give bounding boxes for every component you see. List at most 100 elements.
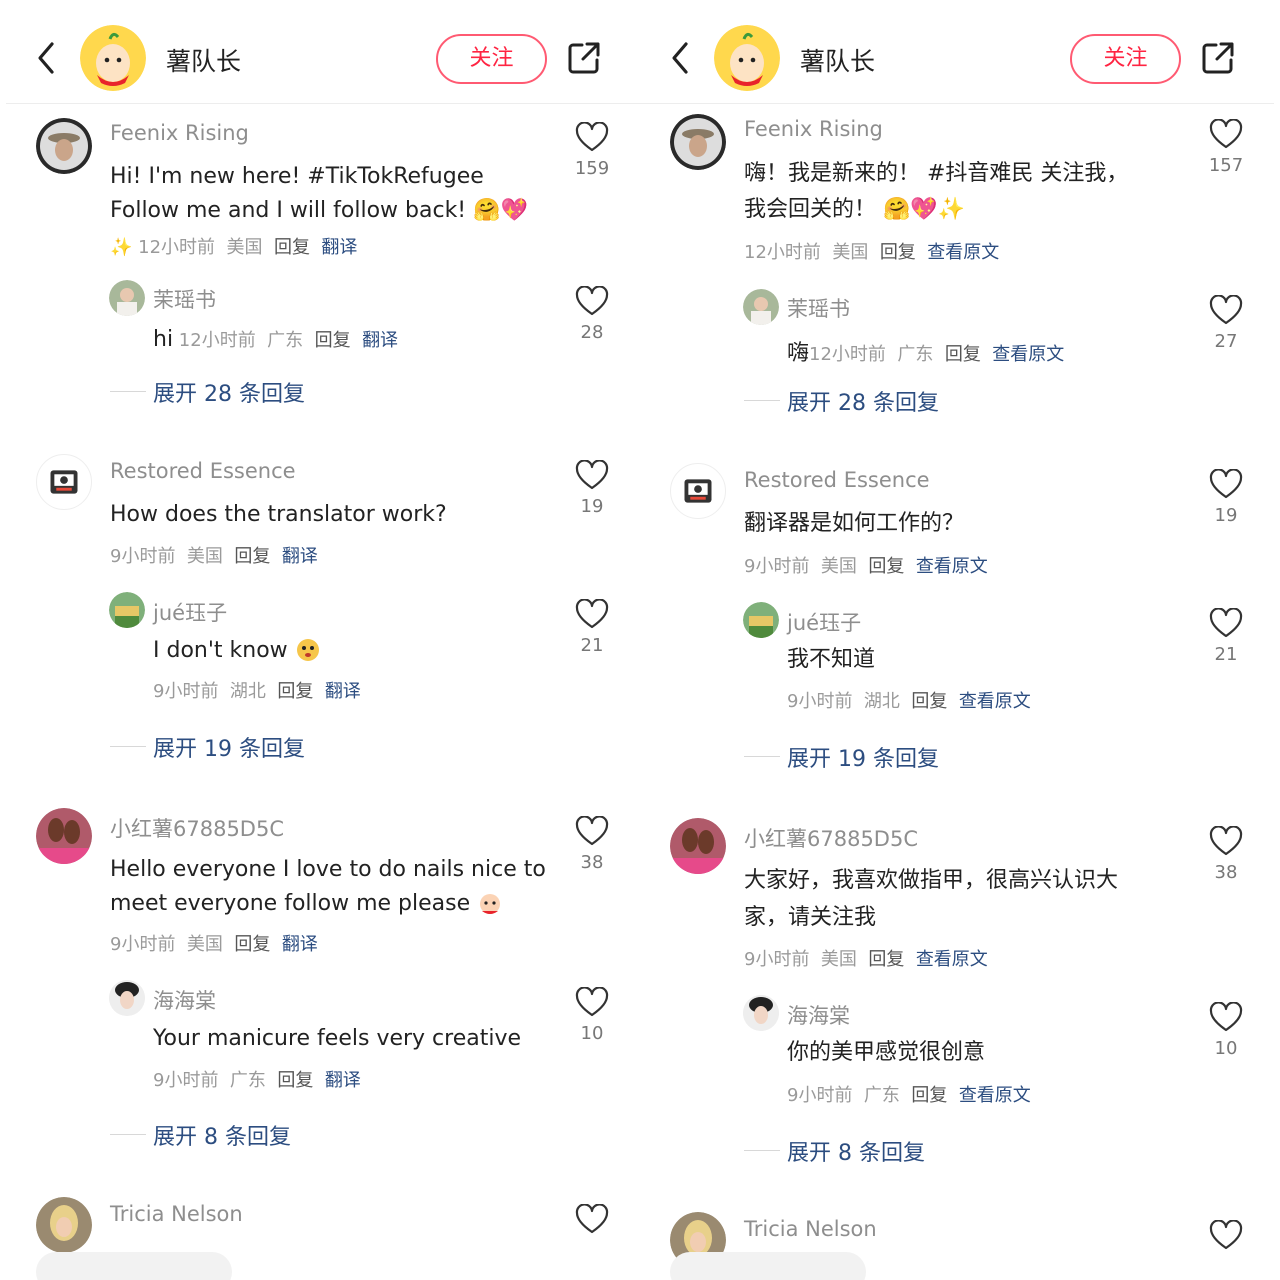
view-original-link[interactable]: 查看原文 <box>992 344 1064 365</box>
comment-text: Hello everyone I love to do nails nice t… <box>110 853 560 921</box>
header: 薯队长 关注 <box>6 0 640 104</box>
reply-link[interactable]: 回复 <box>945 344 981 365</box>
avatar[interactable] <box>80 25 146 91</box>
avatar[interactable] <box>109 280 145 316</box>
avatar[interactable] <box>743 602 779 638</box>
avatar[interactable] <box>36 1197 92 1253</box>
reply-link[interactable]: 回复 <box>277 681 313 702</box>
like-button[interactable]: 28 <box>570 286 614 343</box>
like-button[interactable]: 10 <box>570 987 614 1044</box>
view-original-link[interactable]: 查看原文 <box>959 1085 1031 1106</box>
avatar[interactable] <box>109 980 145 1016</box>
heart-outline-icon <box>575 599 609 629</box>
reply-username[interactable]: 茉瑶书 <box>787 293 850 323</box>
like-button[interactable]: 19 <box>570 460 614 517</box>
reply-link[interactable]: 回复 <box>234 546 270 567</box>
avatar[interactable] <box>743 289 779 325</box>
reply-username[interactable]: 海海棠 <box>153 985 216 1015</box>
header: 薯队长 关注 <box>640 0 1274 104</box>
avatar[interactable] <box>743 995 779 1031</box>
view-original-link[interactable]: 查看原文 <box>916 949 988 970</box>
share-external-icon[interactable] <box>1200 40 1236 76</box>
avatar[interactable] <box>670 114 726 170</box>
avatar[interactable] <box>670 463 726 519</box>
comment-username[interactable]: 小红薯67885D5C <box>744 823 918 853</box>
like-button[interactable]: 21 <box>570 599 614 656</box>
comment-username[interactable]: Feenix Rising <box>744 117 883 141</box>
translate-link[interactable]: 翻译 <box>325 681 361 702</box>
chevron-left-icon[interactable] <box>32 40 62 76</box>
like-button[interactable]: 38 <box>1204 826 1248 883</box>
reply-link[interactable]: 回复 <box>868 949 904 970</box>
avatar[interactable] <box>109 592 145 628</box>
comment-username[interactable]: Restored Essence <box>110 459 296 483</box>
reply-link[interactable]: 回复 <box>274 237 310 258</box>
share-external-icon[interactable] <box>566 40 602 76</box>
comment-username[interactable]: 小红薯67885D5C <box>110 813 284 843</box>
comment-username[interactable]: Tricia Nelson <box>110 1202 243 1226</box>
translate-link[interactable]: 翻译 <box>282 546 318 567</box>
heart-outline-icon <box>1209 608 1243 638</box>
like-button[interactable]: 27 <box>1204 295 1248 352</box>
translate-link[interactable]: 翻译 <box>321 237 357 258</box>
reply-link[interactable]: 回复 <box>315 330 351 351</box>
view-original-link[interactable]: 查看原文 <box>916 556 988 577</box>
view-original-link[interactable]: 查看原文 <box>927 242 999 263</box>
heart-outline-icon <box>575 122 609 152</box>
comment-region: 美国 <box>820 556 857 577</box>
follow-button[interactable]: 关注 <box>436 34 547 84</box>
like-button[interactable]: 159 <box>570 122 614 179</box>
avatar[interactable] <box>36 808 92 864</box>
translate-link[interactable]: 翻译 <box>362 330 398 351</box>
comment-input[interactable] <box>36 1252 232 1280</box>
avatar[interactable] <box>36 118 92 174</box>
avatar[interactable] <box>670 818 726 874</box>
reply-username[interactable]: 海海棠 <box>787 1000 850 1030</box>
comment-username[interactable]: Restored Essence <box>744 468 930 492</box>
like-button[interactable]: 21 <box>1204 608 1248 665</box>
reply-text: 你的美甲感觉很创意 <box>787 1040 986 1065</box>
avatar[interactable] <box>714 25 780 91</box>
expand-replies-link[interactable]: 展开 28 条回复 <box>787 385 939 417</box>
reply-row: hi 12小时前 广东 回复 翻译 <box>153 326 398 352</box>
reply-username[interactable]: jué珏子 <box>153 597 227 627</box>
reply-link[interactable]: 回复 <box>234 934 270 955</box>
reply-link[interactable]: 回复 <box>277 1070 313 1091</box>
reply-username[interactable]: 茉瑶书 <box>153 284 216 314</box>
chevron-left-icon[interactable] <box>666 40 696 76</box>
translate-link[interactable]: 翻译 <box>325 1070 361 1091</box>
reply-link[interactable]: 回复 <box>911 691 947 712</box>
comment-region: 美国 <box>226 237 263 258</box>
like-button[interactable]: 157 <box>1204 119 1248 176</box>
expand-replies-link[interactable]: 展开 19 条回复 <box>787 741 939 773</box>
view-original-link[interactable]: 查看原文 <box>959 691 1031 712</box>
reply-link[interactable]: 回复 <box>868 556 904 577</box>
reply-username[interactable]: jué珏子 <box>787 607 861 637</box>
like-button[interactable] <box>570 1204 614 1234</box>
expand-replies-link[interactable]: 展开 28 条回复 <box>153 376 305 408</box>
like-button[interactable]: 38 <box>570 816 614 873</box>
comment-time: 9小时前 <box>787 691 853 712</box>
comment-text-line: 大家好，我喜欢做指甲，很高兴认识大 <box>744 868 1119 893</box>
translate-link[interactable]: 翻译 <box>282 934 318 955</box>
reply-link[interactable]: 回复 <box>911 1085 947 1106</box>
follow-button[interactable]: 关注 <box>1070 34 1181 84</box>
comment-text-line: 嗨！我是新来的！ #抖音难民 关注我， <box>744 161 1129 186</box>
comment-username[interactable]: Feenix Rising <box>110 121 249 145</box>
bottom-bar <box>640 1246 1274 1280</box>
expand-replies-link[interactable]: 展开 8 条回复 <box>787 1135 925 1167</box>
comment-meta: 9小时前 美国 回复 查看原文 <box>744 552 988 578</box>
expand-replies-link[interactable]: 展开 8 条回复 <box>153 1119 291 1151</box>
heart-outline-icon <box>575 987 609 1017</box>
avatar[interactable] <box>36 454 92 510</box>
comment-input[interactable] <box>670 1252 866 1280</box>
like-button[interactable]: 10 <box>1204 1002 1248 1059</box>
like-count: 19 <box>580 496 604 517</box>
comment-username[interactable]: Tricia Nelson <box>744 1217 877 1241</box>
expand-replies-link[interactable]: 展开 19 条回复 <box>153 731 305 763</box>
comment-text: 大家好，我喜欢做指甲，很高兴认识大 家，请关注我 <box>744 862 1184 936</box>
comment-region: 美国 <box>832 242 869 263</box>
like-button[interactable]: 19 <box>1204 469 1248 526</box>
reply-link[interactable]: 回复 <box>880 242 916 263</box>
heart-outline-icon <box>575 816 609 846</box>
